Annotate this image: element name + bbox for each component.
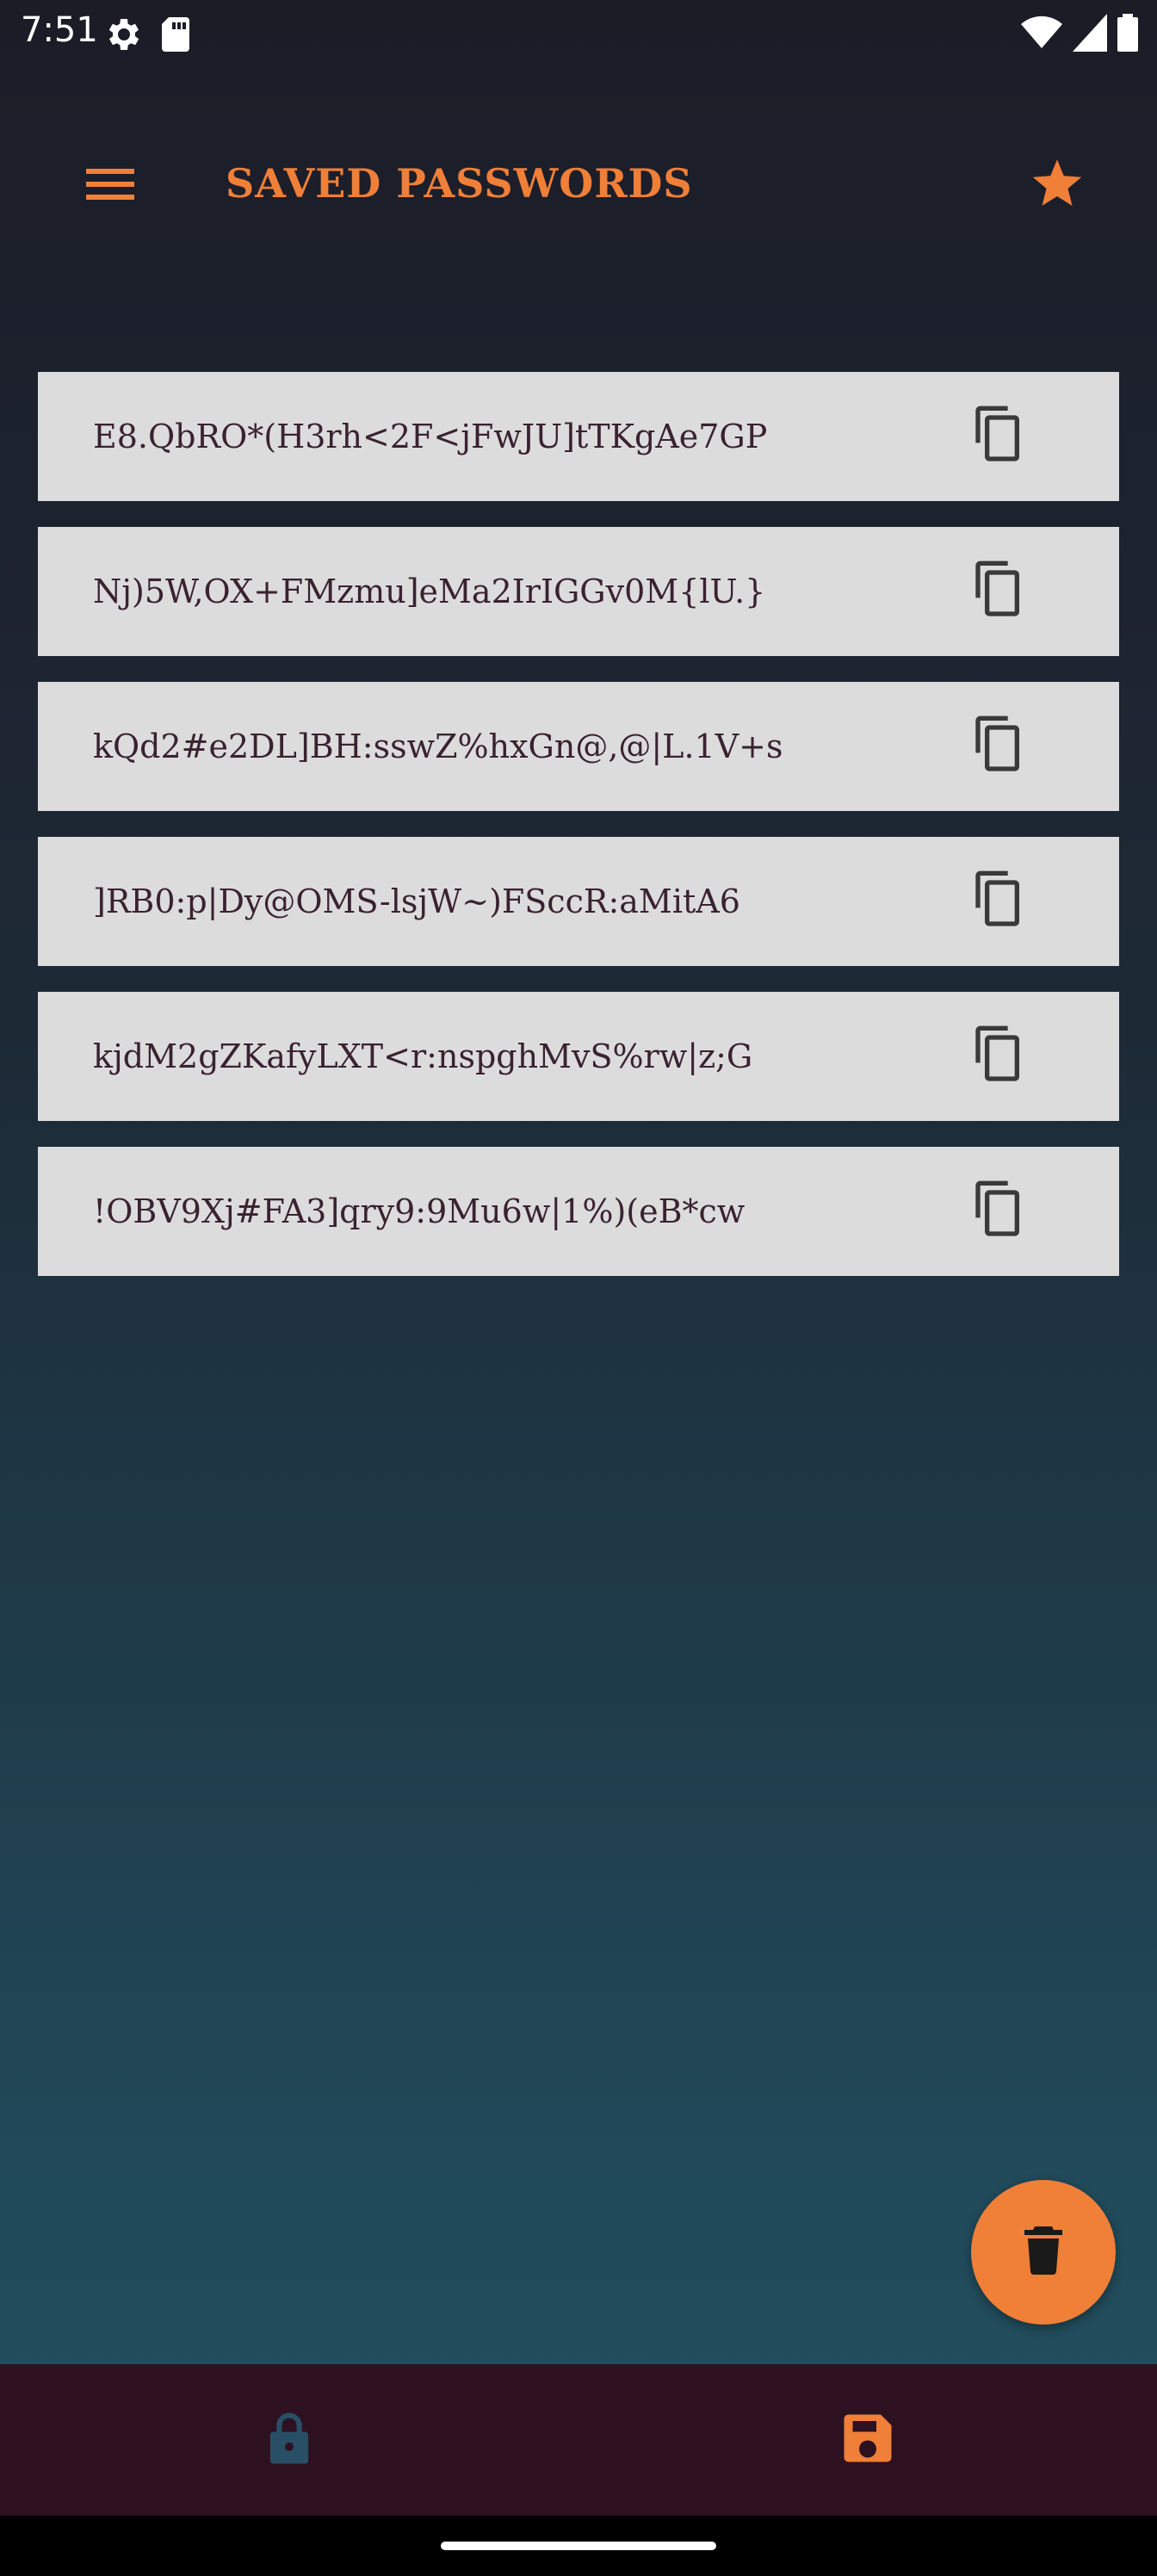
copy-button[interactable] [964,557,1033,626]
password-row: kQd2#e2DL]BH:sswZ%hxGn@,@|L.1V+s [38,682,1119,811]
hamburger-menu-icon [86,167,134,205]
password-row: !OBV9Xj#FA3]qry9:9Mu6w|1%)(eB*cw [38,1147,1119,1276]
copy-icon [971,714,1026,779]
page-title: SAVED PASSWORDS [226,160,693,207]
copy-button[interactable] [964,867,1033,936]
home-gesture-handle[interactable] [441,2542,716,2550]
trash-icon [1024,2226,1062,2278]
wifi-icon [1021,14,1062,55]
copy-button[interactable] [964,402,1033,471]
status-right-icons [1021,14,1138,55]
app-bar: SAVED PASSWORDS [0,138,1157,234]
password-list: E8.QbRO*(H3rh<2F<jFwJU]tTKgAe7GP Nj)5W,O… [38,372,1119,1302]
copy-button[interactable] [964,1177,1033,1246]
copy-icon [971,869,1026,934]
copy-icon [971,1179,1026,1244]
save-icon [842,2412,894,2468]
password-row: E8.QbRO*(H3rh<2F<jFwJU]tTKgAe7GP [38,372,1119,501]
nav-item-saved[interactable] [578,2364,1157,2516]
status-left-icons [102,14,193,59]
battery-icon [1117,14,1138,55]
password-text: ]RB0:p|Dy@OMS-lsjW~)FSccR:aMitA6 [93,882,740,920]
copy-icon [971,404,1026,469]
status-bar: 7:51 [0,0,1157,69]
password-text: kQd2#e2DL]BH:sswZ%hxGn@,@|L.1V+s [93,728,783,765]
cell-signal-icon [1073,14,1107,55]
sd-card-icon [158,14,193,59]
password-row: kjdM2gZKafyLXT<r:nspghMvS%rw|z;G [38,992,1119,1121]
favorites-button[interactable] [1016,155,1098,217]
delete-all-button[interactable] [971,2180,1116,2325]
menu-button[interactable] [69,155,152,217]
lock-icon [267,2411,312,2469]
settings-gear-icon [102,14,143,59]
status-time: 7:51 [21,10,98,50]
copy-icon [971,559,1026,624]
password-row: Nj)5W,OX+FMzmu]eMa2IrIGGv0M{lU.} [38,527,1119,656]
copy-button[interactable] [964,1022,1033,1091]
password-text: Nj)5W,OX+FMzmu]eMa2IrIGGv0M{lU.} [93,573,766,610]
copy-icon [971,1024,1026,1089]
password-text: kjdM2gZKafyLXT<r:nspghMvS%rw|z;G [93,1037,753,1075]
copy-button[interactable] [964,712,1033,781]
star-icon [1031,159,1083,213]
password-row: ]RB0:p|Dy@OMS-lsjW~)FSccR:aMitA6 [38,837,1119,966]
nav-item-generator[interactable] [0,2364,578,2516]
password-text: !OBV9Xj#FA3]qry9:9Mu6w|1%)(eB*cw [93,1192,746,1230]
password-text: E8.QbRO*(H3rh<2F<jFwJU]tTKgAe7GP [93,418,768,455]
bottom-nav [0,2364,1157,2516]
system-nav-bar [0,2516,1157,2576]
